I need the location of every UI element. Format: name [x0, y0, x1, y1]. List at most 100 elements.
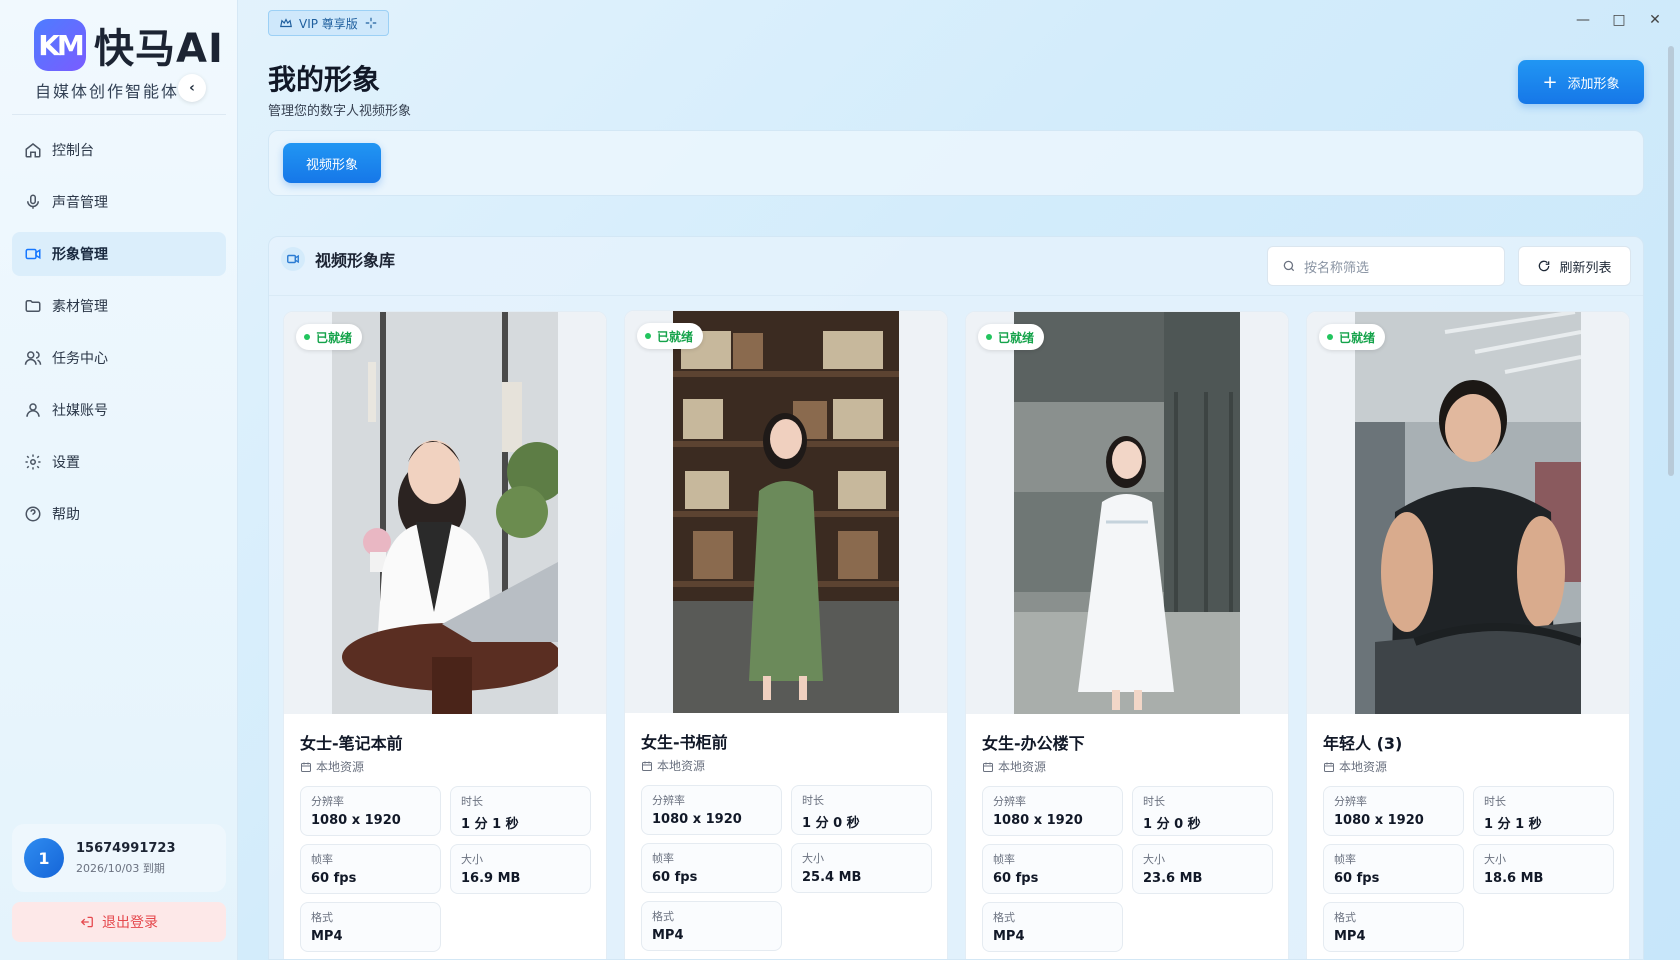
- sparkle-icon: [365, 17, 377, 29]
- avatar-thumbnail[interactable]: 已就绪: [625, 311, 947, 713]
- meta-key: 大小: [802, 852, 824, 865]
- meta-value: MP4: [652, 928, 684, 943]
- library-divider: [269, 295, 1643, 296]
- card-source: 本地资源: [982, 758, 1046, 775]
- card-source-label: 本地资源: [1339, 760, 1388, 774]
- meta-key: 时长: [1143, 795, 1165, 808]
- meta-value: 1 分 0 秒: [1143, 817, 1201, 832]
- logout-button[interactable]: 退出登录: [12, 902, 226, 942]
- meta-value: 1080 x 1920: [652, 812, 742, 827]
- app-subtitle: 自媒体创作智能体: [35, 82, 180, 101]
- video-camera-icon: [281, 247, 305, 271]
- video-icon: [24, 245, 42, 263]
- meta-key: 格式: [993, 911, 1015, 924]
- card-source: 本地资源: [300, 758, 364, 775]
- sidebar: KM 快马AI 自媒体创作智能体 ‹ 控制台 声音管理 形象管理 素材管理 任务…: [0, 0, 238, 960]
- card-source-label: 本地资源: [657, 759, 706, 773]
- meta-format: 格式 MP4: [300, 902, 441, 952]
- scrollbar[interactable]: [1668, 46, 1674, 476]
- meta-value: 18.6 MB: [1484, 871, 1544, 886]
- meta-size: 大小 23.6 MB: [1132, 844, 1273, 894]
- sidebar-item-label: 素材管理: [52, 299, 108, 315]
- meta-key: 帧率: [993, 853, 1015, 866]
- gear-icon: [24, 453, 42, 471]
- sidebar-item-label: 声音管理: [52, 195, 108, 211]
- logout-icon: [80, 916, 93, 928]
- users-icon: [24, 349, 42, 367]
- maximize-icon[interactable]: □: [1612, 12, 1626, 28]
- meta-key: 帧率: [311, 853, 333, 866]
- calendar-icon: [983, 762, 993, 772]
- meta-key: 分辨率: [311, 795, 344, 808]
- avatar-thumbnail[interactable]: 已就绪: [284, 312, 606, 714]
- avatar-card[interactable]: 已就绪 女士-笔记本前 本地资源 分辨率 1080 x 1920 时长 1 分 1 …: [283, 311, 607, 959]
- meta-key: 分辨率: [1334, 795, 1367, 808]
- user-phone: 15674991723: [76, 840, 176, 856]
- status-label: 已就绪: [998, 330, 1035, 345]
- meta-key: 大小: [461, 853, 483, 866]
- mic-icon: [24, 193, 42, 211]
- card-title: 女生-书柜前: [641, 733, 728, 752]
- calendar-icon: [301, 762, 311, 772]
- sidebar-item-dashboard[interactable]: 控制台: [12, 128, 226, 172]
- app-logo: KM 快马AI: [34, 16, 224, 74]
- user-card[interactable]: 1 15674991723 2026/10/03 到期: [12, 824, 226, 892]
- meta-value: 60 fps: [1334, 871, 1380, 886]
- meta-resolution: 分辨率 1080 x 1920: [982, 786, 1123, 836]
- app-name: 快马AI: [94, 26, 224, 72]
- meta-key: 时长: [1484, 795, 1506, 808]
- avatar-card[interactable]: 已就绪 女生-书柜前 本地资源 分辨率 1080 x 1920 时长 1 分 0 秒…: [624, 310, 948, 959]
- card-source: 本地资源: [1323, 758, 1387, 775]
- sidebar-item-social[interactable]: 社媒账号: [12, 388, 226, 432]
- search-input[interactable]: 按名称筛选: [1267, 246, 1505, 286]
- sidebar-item-help[interactable]: 帮助: [12, 492, 226, 536]
- status-badge: 已就绪: [1319, 324, 1386, 350]
- vip-label: VIP 尊享版: [299, 16, 358, 31]
- meta-key: 大小: [1143, 853, 1165, 866]
- page-title: 我的形象: [268, 63, 381, 96]
- status-dot-icon: [1327, 334, 1333, 340]
- meta-size: 大小 18.6 MB: [1473, 844, 1614, 894]
- sidebar-item-settings[interactable]: 设置: [12, 440, 226, 484]
- close-icon[interactable]: ✕: [1648, 12, 1662, 28]
- calendar-icon: [642, 761, 652, 771]
- filter-panel: 视频形象: [268, 130, 1644, 196]
- logout-label: 退出登录: [102, 915, 158, 931]
- meta-duration: 时长 1 分 0 秒: [1132, 786, 1273, 836]
- chevron-left-icon: ‹: [189, 80, 195, 96]
- user-expiry: 2026/10/03 到期: [76, 861, 165, 875]
- avatar-card[interactable]: 已就绪 女生-办公楼下 本地资源 分辨率 1080 x 1920 时长 1 分 0 …: [965, 311, 1289, 959]
- meta-key: 分辨率: [652, 794, 685, 807]
- meta-fps: 帧率 60 fps: [641, 843, 782, 893]
- library-title: 视频形象库: [315, 251, 396, 270]
- refresh-label: 刷新列表: [1559, 260, 1612, 276]
- avatar-thumbnail[interactable]: 已就绪: [966, 312, 1288, 714]
- sidebar-item-avatar[interactable]: 形象管理: [12, 232, 226, 276]
- sidebar-item-material[interactable]: 素材管理: [12, 284, 226, 328]
- meta-value: 60 fps: [652, 870, 698, 885]
- sidebar-item-tasks[interactable]: 任务中心: [12, 336, 226, 380]
- sidebar-item-voice[interactable]: 声音管理: [12, 180, 226, 224]
- meta-format: 格式 MP4: [982, 902, 1123, 952]
- avatar-thumbnail[interactable]: 已就绪: [1307, 312, 1629, 714]
- meta-key: 格式: [652, 910, 674, 923]
- collapse-sidebar-button[interactable]: ‹: [178, 74, 206, 102]
- minimize-icon[interactable]: —: [1576, 12, 1590, 28]
- status-label: 已就绪: [1339, 330, 1376, 345]
- vip-badge[interactable]: VIP 尊享版: [268, 10, 389, 36]
- meta-format: 格式 MP4: [1323, 902, 1464, 952]
- meta-value: 16.9 MB: [461, 871, 521, 886]
- meta-size: 大小 25.4 MB: [791, 843, 932, 893]
- add-avatar-button[interactable]: + 添加形象: [1518, 60, 1644, 104]
- tab-video-avatar[interactable]: 视频形象: [283, 143, 381, 183]
- meta-duration: 时长 1 分 1 秒: [1473, 786, 1614, 836]
- meta-duration: 时长 1 分 0 秒: [791, 785, 932, 835]
- meta-fps: 帧率 60 fps: [1323, 844, 1464, 894]
- avatar-card[interactable]: 已就绪 年轻人 (3) 本地资源 分辨率 1080 x 1920 时长 1 分 1 …: [1306, 311, 1630, 959]
- meta-key: 时长: [461, 795, 483, 808]
- meta-key: 帧率: [652, 852, 674, 865]
- meta-key: 时长: [802, 794, 824, 807]
- add-avatar-label: 添加形象: [1567, 76, 1620, 92]
- refresh-list-button[interactable]: 刷新列表: [1518, 246, 1631, 286]
- status-label: 已就绪: [657, 329, 694, 344]
